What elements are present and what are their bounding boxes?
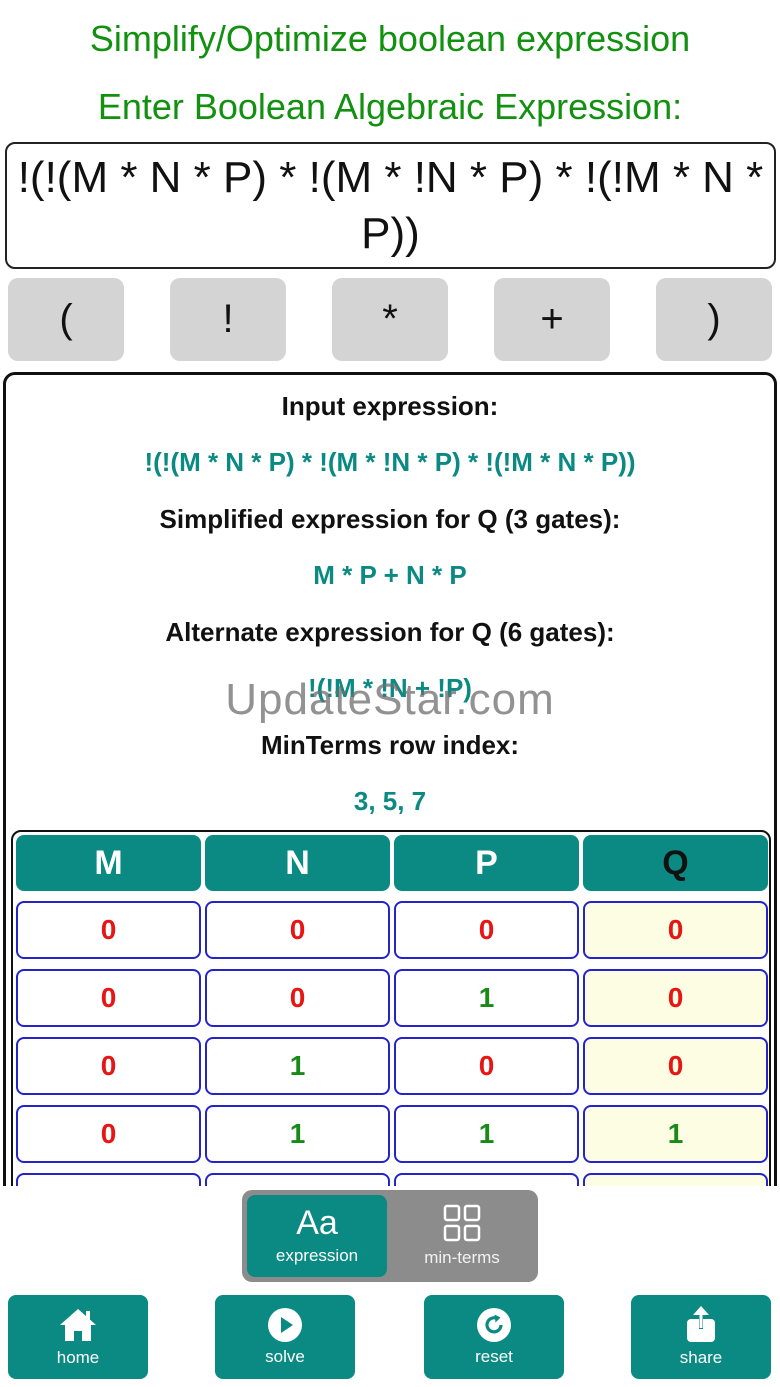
- home-label: home: [56, 1348, 100, 1367]
- share-label: share: [679, 1348, 723, 1367]
- column-header-q: Q: [583, 835, 768, 891]
- table-cell: 0: [205, 969, 390, 1027]
- reset-button[interactable]: reset: [424, 1295, 564, 1379]
- alternate-expression: !(!M * !N + !P): [308, 673, 472, 703]
- key-or[interactable]: +: [494, 278, 610, 361]
- table-cell: 0: [16, 1037, 201, 1095]
- minterms-heading: MinTerms row index:: [260, 730, 520, 760]
- reset-label: reset: [475, 1347, 513, 1366]
- expression-mode-button[interactable]: Aa expression: [247, 1195, 387, 1277]
- key-open-paren[interactable]: (: [8, 278, 124, 361]
- share-button[interactable]: share: [631, 1295, 771, 1379]
- table-cell: 0: [205, 901, 390, 959]
- reset-icon: [477, 1308, 511, 1342]
- table-cell-output: 0: [583, 1037, 768, 1095]
- table-cell: 1: [205, 1037, 390, 1095]
- expression-mode-label: expression: [275, 1246, 359, 1265]
- key-close-paren[interactable]: ): [656, 278, 772, 361]
- table-cell: 0: [394, 901, 579, 959]
- page-title: Simplify/Optimize boolean expression: [89, 18, 691, 59]
- input-expression-heading: Input expression:: [281, 391, 499, 421]
- column-header-n: N: [205, 835, 390, 891]
- text-format-icon: Aa: [296, 1204, 338, 1242]
- table-cell: 0: [394, 1037, 579, 1095]
- minterms-value: 3, 5, 7: [353, 786, 427, 816]
- solve-button[interactable]: solve: [215, 1295, 355, 1379]
- table-cell: 1: [394, 969, 579, 1027]
- key-and[interactable]: *: [332, 278, 448, 361]
- simplified-expression: M * P + N * P: [313, 560, 467, 590]
- mode-toggle: Aa expression min-terms: [242, 1190, 538, 1282]
- input-expression-value: !(!(M * N * P) * !(M * !N * P) * !(!M * …: [144, 447, 636, 477]
- table-cell-output: 0: [583, 969, 768, 1027]
- table-cell-output: 1: [583, 1105, 768, 1163]
- key-not[interactable]: !: [170, 278, 286, 361]
- column-header-m: M: [16, 835, 201, 891]
- alternate-heading: Alternate expression for Q (6 gates):: [165, 617, 615, 647]
- operator-keypad: ( ! * + ): [8, 278, 773, 361]
- input-prompt: Enter Boolean Algebraic Expression:: [97, 86, 683, 127]
- table-cell: 0: [16, 969, 201, 1027]
- table-cell-output: 0: [583, 901, 768, 959]
- home-button[interactable]: home: [8, 1295, 148, 1379]
- home-icon: [60, 1309, 96, 1341]
- simplified-heading: Simplified expression for Q (3 gates):: [159, 504, 621, 534]
- expression-input[interactable]: !(!(M * N * P) * !(M * !N * P) * !(!M * …: [5, 142, 776, 269]
- share-icon: [687, 1306, 715, 1342]
- solve-label: solve: [265, 1347, 305, 1366]
- minterms-mode-label: min-terms: [424, 1248, 500, 1267]
- minterms-mode-button[interactable]: min-terms: [392, 1195, 532, 1277]
- table-cell: 0: [16, 1105, 201, 1163]
- column-header-p: P: [394, 835, 579, 891]
- table-cell: 0: [16, 901, 201, 959]
- grid-icon: [443, 1204, 481, 1242]
- table-cell: 1: [205, 1105, 390, 1163]
- table-cell: 1: [394, 1105, 579, 1163]
- play-circle-icon: [268, 1308, 302, 1342]
